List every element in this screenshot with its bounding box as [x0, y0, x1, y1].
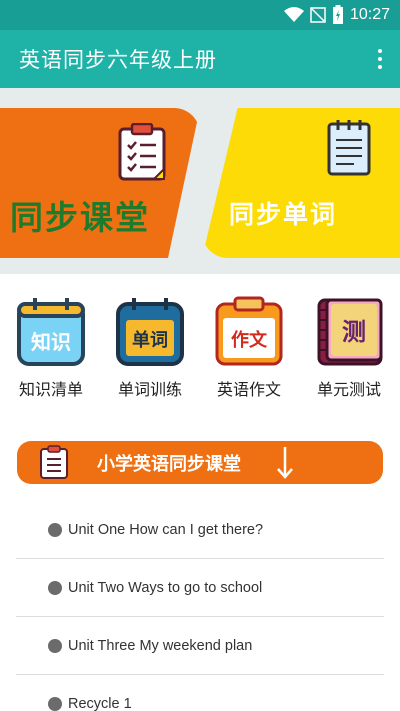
- clipboard-checklist-icon: [118, 123, 166, 181]
- unit-label: Unit Two Ways to go to school: [68, 579, 263, 596]
- bullet-icon: [48, 638, 62, 653]
- category-tile-text: 知识: [31, 330, 71, 354]
- unit-list: Unit One How can I get there? Unit Two W…: [16, 501, 384, 711]
- notepad-icon: [327, 120, 371, 176]
- sync-classroom-label: 同步课堂: [10, 198, 150, 237]
- unit-label: Recycle 1: [68, 696, 132, 711]
- list-item[interactable]: Unit Three My weekend plan: [16, 617, 384, 675]
- more-vert-icon[interactable]: [376, 49, 384, 69]
- bullet-icon: [48, 522, 62, 537]
- category-tile-text: 单词: [132, 329, 168, 351]
- category-knowledge[interactable]: 知识 知识清单: [8, 296, 94, 400]
- unit-label: Unit Three My weekend plan: [68, 637, 253, 654]
- bullet-icon: [48, 580, 62, 595]
- book-tile-icon: 测: [317, 298, 383, 366]
- category-label: 单元测试: [316, 380, 381, 399]
- calendar-tile-icon: 知识: [17, 298, 85, 366]
- app-title: 英语同步六年级上册: [19, 48, 217, 72]
- calendar-tile-icon: 单词: [116, 298, 184, 366]
- category-essay[interactable]: 作文 英语作文: [206, 296, 292, 400]
- wifi-icon: [283, 7, 304, 22]
- app-bar: 英语同步六年级上册: [0, 30, 400, 88]
- list-item[interactable]: Recycle 1: [16, 675, 384, 711]
- battery-icon: [332, 5, 343, 24]
- category-label: 知识清单: [18, 380, 83, 399]
- section-header[interactable]: 小学英语同步课堂: [17, 441, 383, 484]
- section-title: 小学英语同步课堂: [97, 454, 241, 475]
- category-tile-text: 作文: [231, 329, 268, 351]
- list-item[interactable]: Unit One How can I get there?: [16, 501, 384, 559]
- list-item[interactable]: Unit Two Ways to go to school: [16, 559, 384, 617]
- category-unit-test[interactable]: 测 单元测试: [306, 296, 392, 400]
- category-label: 英语作文: [216, 380, 281, 399]
- sync-words-label: 同步单词: [229, 200, 338, 229]
- clipboard-icon: [40, 445, 68, 479]
- clock: 10:27: [349, 6, 390, 23]
- bullet-icon: [48, 697, 62, 711]
- arrow-down-icon: [277, 447, 293, 479]
- category-tile-text: 测: [342, 318, 366, 346]
- status-bar: 10:27: [0, 0, 400, 30]
- category-label: 单词训练: [117, 380, 182, 399]
- sync-words-card[interactable]: 同步单词: [202, 108, 400, 258]
- sync-classroom-card[interactable]: 同步课堂: [0, 108, 200, 258]
- no-signal-icon: [310, 7, 326, 23]
- banner: 同步课堂 同步单词: [0, 88, 400, 274]
- status-icons: 10:27: [283, 4, 390, 26]
- category-grid: 知识 知识清单 单词 单词训练 作文 英语作文 测 单元测试: [0, 274, 400, 414]
- unit-label: Unit One How can I get there?: [68, 521, 264, 538]
- category-words[interactable]: 单词 单词训练: [107, 296, 193, 400]
- notebook-tile-icon: 作文: [215, 296, 283, 366]
